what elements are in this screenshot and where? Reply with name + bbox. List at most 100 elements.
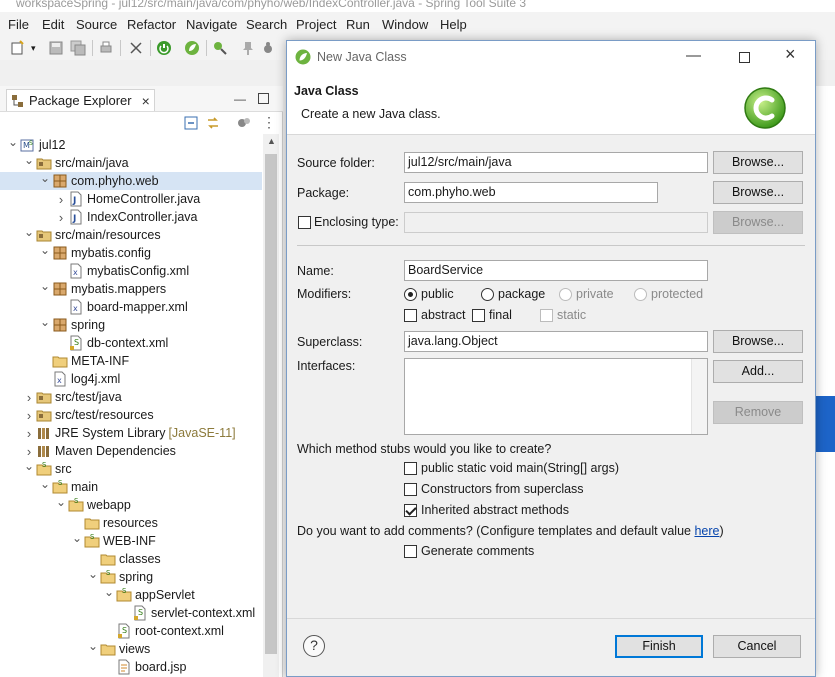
tree-item[interactable]: › J HomeController.java (54, 190, 200, 208)
tree-item[interactable]: ⌄ spring (38, 315, 105, 334)
power-icon[interactable] (156, 40, 172, 56)
finish-button[interactable]: Finish (615, 635, 703, 658)
tree-scrollbar[interactable]: ▲ (263, 134, 279, 677)
minimize-window-icon[interactable]: — (686, 47, 701, 64)
link-with-editor-icon[interactable] (205, 115, 221, 131)
tree-item[interactable]: ⌄ Sspring (86, 567, 153, 586)
interfaces-list[interactable] (404, 358, 708, 435)
tree-item[interactable]: ⌄ Ssrc (22, 459, 72, 478)
tree-item[interactable]: board.jsp (102, 658, 186, 676)
tree-item[interactable]: ⌄ SappServlet (102, 585, 195, 604)
expanded-arrow-icon[interactable]: ⌄ (38, 315, 52, 329)
tree-item[interactable]: ⌄ Smain (38, 477, 98, 496)
spring-leaf-icon[interactable] (184, 40, 200, 56)
cancel-button[interactable]: Cancel (713, 635, 801, 658)
package-browse-button[interactable]: Browse... (713, 181, 803, 204)
scroll-up-icon[interactable]: ▲ (267, 136, 276, 146)
print-icon[interactable] (98, 40, 114, 56)
tree-item[interactable]: Sroot-context.xml (102, 622, 224, 640)
tree-item[interactable]: resources (70, 514, 158, 532)
tab-package-explorer[interactable]: Package Explorer × (6, 89, 155, 111)
tree-item[interactable]: › Maven Dependencies (22, 442, 176, 460)
generate-comments-checkbox[interactable] (404, 545, 417, 558)
source-folder-field[interactable]: jul12/src/main/java (404, 152, 708, 173)
modifier-final-checkbox[interactable] (472, 309, 485, 322)
focus-icon[interactable] (236, 115, 252, 131)
tree-item[interactable]: ⌄ mybatis.mappers (38, 279, 166, 298)
maximize-icon[interactable] (258, 93, 269, 104)
tree-item[interactable]: META-INF (38, 352, 129, 370)
expanded-arrow-icon[interactable]: ⌄ (38, 477, 52, 491)
interfaces-scrollbar[interactable] (691, 359, 707, 434)
superclass-browse-button[interactable]: Browse... (713, 330, 803, 353)
scrollbar-thumb[interactable] (265, 154, 277, 654)
new-dropdown-icon[interactable]: ▾ (31, 43, 47, 59)
tree-item[interactable]: ⌄ src/main/java (22, 153, 129, 172)
toggle-mark-icon[interactable] (128, 40, 144, 56)
expanded-arrow-icon[interactable]: ⌄ (86, 639, 100, 653)
menu-window[interactable]: Window (382, 17, 428, 32)
minimize-icon[interactable]: — (234, 92, 246, 106)
collapsed-arrow-icon[interactable]: › (22, 426, 36, 441)
menu-refactor[interactable]: Refactor (127, 17, 176, 32)
package-field[interactable]: com.phyho.web (404, 182, 658, 203)
tree-item[interactable]: ⌄ src/main/resources (22, 225, 161, 244)
menu-project[interactable]: Project (296, 17, 336, 32)
class-name-field[interactable]: BoardService (404, 260, 708, 281)
source-folder-browse-button[interactable]: Browse... (713, 151, 803, 174)
menu-file[interactable]: File (8, 17, 29, 32)
stub-inherited-checkbox[interactable] (404, 504, 417, 517)
expanded-arrow-icon[interactable]: ⌄ (38, 171, 52, 185)
tree-item[interactable]: › J IndexController.java (54, 208, 197, 226)
modifier-package-radio[interactable] (481, 288, 494, 301)
add-interface-button[interactable]: Add... (713, 360, 803, 383)
debug-icon[interactable] (260, 40, 276, 56)
menu-search[interactable]: Search (246, 17, 287, 32)
tree-item[interactable]: ⌄ com.phyho.web (0, 171, 262, 190)
tree-item[interactable]: Sservlet-context.xml (118, 604, 255, 622)
view-menu-icon[interactable]: ⋮ (262, 115, 278, 131)
superclass-field[interactable]: java.lang.Object (404, 331, 708, 352)
tree-item[interactable]: ⌄ M Sjul12 (6, 135, 65, 154)
spring-tools-icon[interactable] (212, 40, 228, 56)
configure-templates-link[interactable]: here (694, 524, 719, 538)
expanded-arrow-icon[interactable]: ⌄ (38, 243, 52, 257)
menu-source[interactable]: Source (76, 17, 117, 32)
modifier-public-radio[interactable] (404, 288, 417, 301)
expanded-arrow-icon[interactable]: ⌄ (22, 225, 36, 239)
save-all-icon[interactable] (70, 40, 86, 56)
modifier-abstract-checkbox[interactable] (404, 309, 417, 322)
new-icon[interactable] (10, 40, 26, 56)
tree-item[interactable]: x log4j.xml (38, 370, 120, 388)
menu-edit[interactable]: Edit (42, 17, 64, 32)
collapsed-arrow-icon[interactable]: › (22, 408, 36, 423)
menu-run[interactable]: Run (346, 17, 370, 32)
tree-item[interactable]: ⌄ S WEB-INF (70, 531, 156, 550)
collapsed-arrow-icon[interactable]: › (54, 210, 68, 225)
save-icon[interactable] (48, 40, 64, 56)
menu-help[interactable]: Help (440, 17, 467, 32)
expanded-arrow-icon[interactable]: ⌄ (70, 531, 84, 545)
stub-main-checkbox[interactable] (404, 462, 417, 475)
maximize-window-icon[interactable] (739, 52, 750, 63)
expanded-arrow-icon[interactable]: ⌄ (54, 495, 68, 509)
expanded-arrow-icon[interactable]: ⌄ (102, 585, 116, 599)
tree-item[interactable]: › src/test/resources (22, 406, 154, 424)
expanded-arrow-icon[interactable]: ⌄ (6, 135, 20, 149)
expanded-arrow-icon[interactable]: ⌄ (22, 153, 36, 167)
collapse-all-icon[interactable] (183, 115, 199, 131)
expanded-arrow-icon[interactable]: ⌄ (38, 279, 52, 293)
tree-item[interactable]: ⌄ views (86, 639, 150, 658)
collapsed-arrow-icon[interactable]: › (22, 390, 36, 405)
close-window-icon[interactable]: × (785, 44, 796, 65)
tree-item[interactable]: classes (86, 550, 161, 568)
pin-icon[interactable] (240, 40, 256, 56)
close-icon[interactable]: × (142, 93, 150, 109)
expanded-arrow-icon[interactable]: ⌄ (86, 567, 100, 581)
tree-item[interactable]: › src/test/java (22, 388, 122, 406)
tree-item[interactable]: ⌄ mybatis.config (38, 243, 151, 262)
stub-constructors-checkbox[interactable] (404, 483, 417, 496)
tree-item[interactable]: x mybatisConfig.xml (54, 262, 189, 280)
tree-item[interactable]: › JRE System Library [JavaSE-11] (22, 424, 236, 442)
expanded-arrow-icon[interactable]: ⌄ (22, 459, 36, 473)
